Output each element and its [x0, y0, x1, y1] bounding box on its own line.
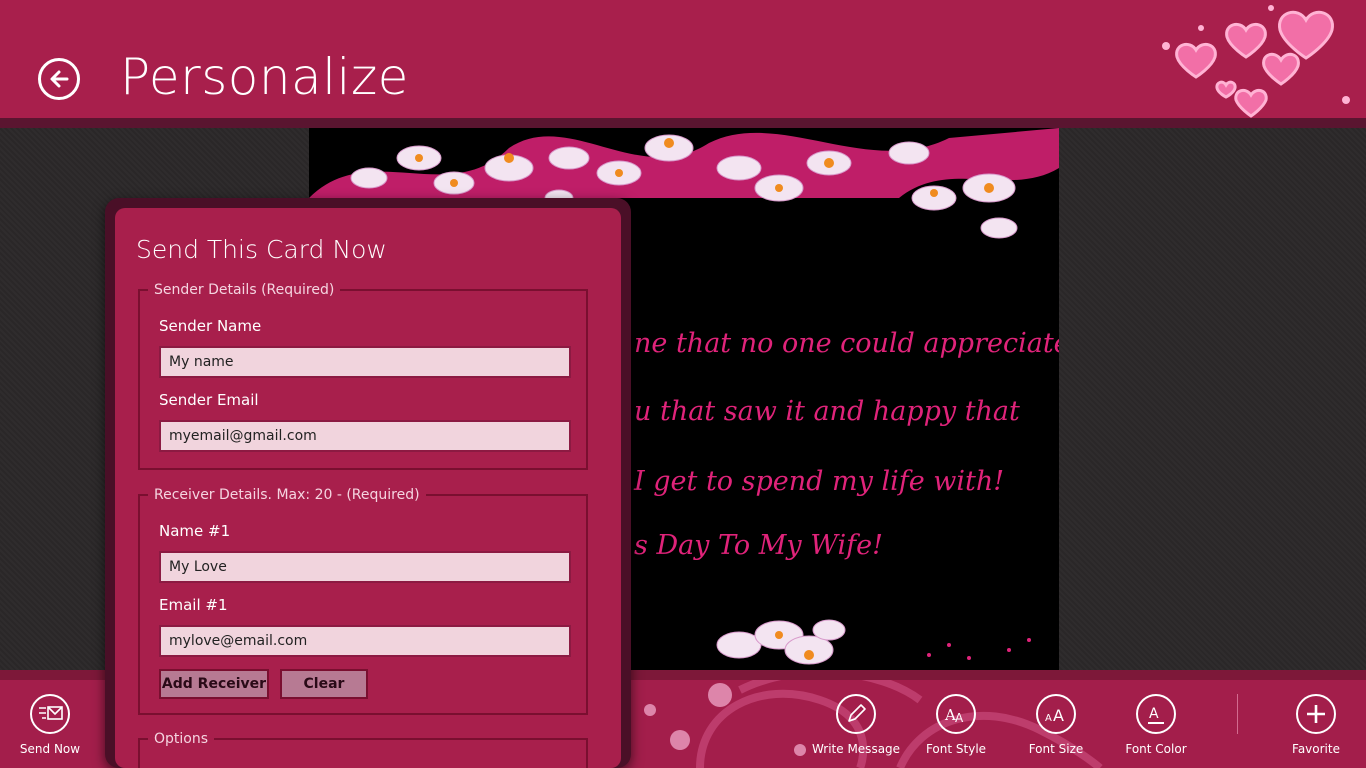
font-size-icon: A A: [1045, 706, 1064, 725]
sender-details-legend: Sender Details (Required): [154, 282, 335, 298]
card-message-line-4: s Day To My Wife!: [634, 530, 883, 561]
sender-email-input[interactable]: [159, 420, 571, 452]
pencil-icon: [848, 704, 866, 722]
sender-email-label: Sender Email: [159, 391, 259, 409]
card-message-line-2: u that saw it and happy that: [634, 396, 1020, 427]
font-size-button[interactable]: A A Font Size: [1006, 694, 1106, 756]
receiver-name-input[interactable]: [159, 551, 571, 583]
plus-icon: [1307, 705, 1325, 723]
font-color-icon: A: [1148, 706, 1164, 724]
svg-text:A: A: [1149, 706, 1159, 722]
options-group: Options: [138, 731, 588, 768]
send-now-label: Send Now: [19, 742, 81, 756]
sender-name-label: Sender Name: [159, 317, 262, 335]
font-color-label: Font Color: [1125, 742, 1187, 756]
page-title: Personalize: [120, 48, 409, 106]
receiver-name-label: Name #1: [159, 522, 231, 540]
header-shadow: [0, 118, 1366, 128]
svg-text:A: A: [1045, 713, 1052, 724]
receiver-email-input[interactable]: [159, 625, 571, 657]
arrow-left-icon: [50, 70, 69, 88]
send-card-dialog: Send This Card Now Sender Details (Requi…: [115, 208, 621, 768]
svg-text:A: A: [1053, 706, 1064, 725]
favorite-button[interactable]: Favorite: [1266, 694, 1366, 756]
send-mail-icon: [39, 706, 63, 720]
font-size-label: Font Size: [1028, 742, 1084, 756]
font-style-button[interactable]: A A Font Style: [906, 694, 1006, 756]
clear-button[interactable]: Clear: [280, 669, 368, 699]
options-legend: Options: [154, 731, 209, 747]
font-style-icon: A A: [944, 706, 964, 725]
write-message-button[interactable]: Write Message: [806, 694, 906, 756]
svg-text:A: A: [955, 711, 964, 725]
app-bar-separator: [1237, 694, 1238, 734]
send-now-button[interactable]: Send Now: [0, 694, 100, 756]
write-message-label: Write Message: [811, 742, 901, 756]
add-receiver-button[interactable]: Add Receiver: [159, 669, 269, 699]
sender-name-input[interactable]: [159, 346, 571, 378]
font-style-label: Font Style: [925, 742, 987, 756]
card-message-line-1: ne that no one could appreciate.: [634, 328, 1059, 359]
back-button[interactable]: [38, 58, 80, 100]
dialog-title: Send This Card Now: [136, 235, 387, 264]
font-color-button[interactable]: A Font Color: [1106, 694, 1206, 756]
favorite-label: Favorite: [1292, 742, 1340, 756]
header-bar: Personalize: [0, 0, 1366, 118]
receiver-email-label: Email #1: [159, 596, 228, 614]
hearts-decoration: [1162, 5, 1350, 118]
receiver-details-legend: Receiver Details. Max: 20 - (Required): [154, 487, 420, 503]
card-message-line-3: I get to spend my life with!: [634, 466, 1005, 497]
